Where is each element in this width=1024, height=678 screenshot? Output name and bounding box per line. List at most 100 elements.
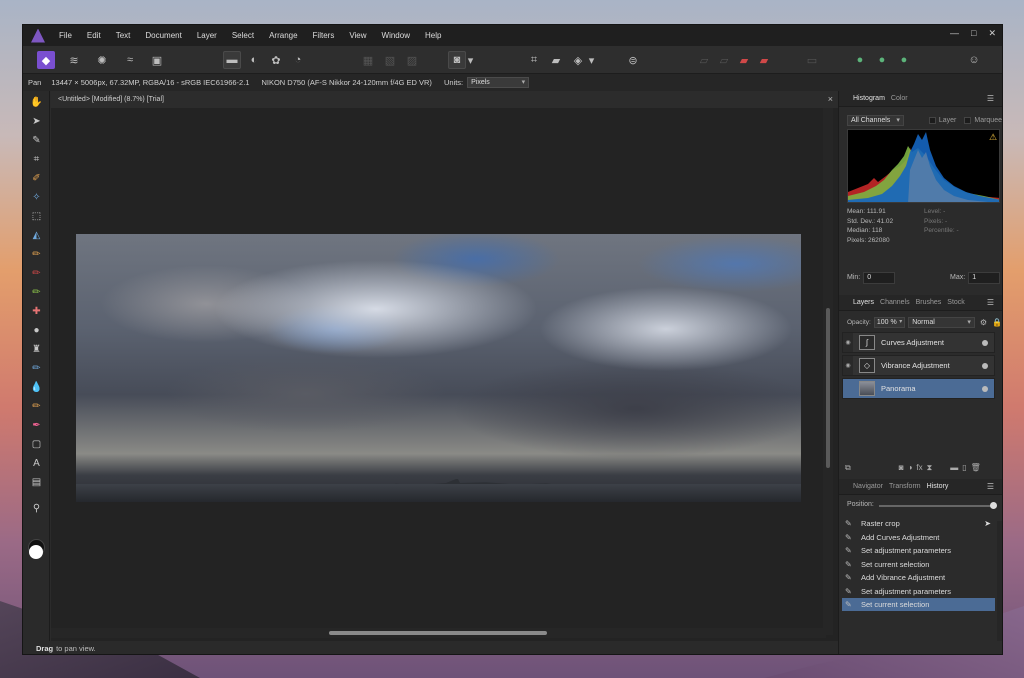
horizontal-scrollbar[interactable] — [51, 628, 826, 638]
layer-item[interactable]: ◉ ◇ Vibrance Adjustment — [842, 355, 995, 376]
panel-menu-icon[interactable]: ☰ — [987, 482, 994, 491]
marquee-checkbox[interactable]: Marquee — [964, 116, 1002, 124]
minimize-button[interactable]: — — [950, 28, 959, 39]
paint-brush-tool-icon[interactable]: ✏ — [29, 247, 44, 262]
menu-window[interactable]: Window — [382, 31, 410, 40]
visibility-icon[interactable]: ◉ — [843, 356, 853, 375]
tone-mapping-persona-icon[interactable]: ≈ — [121, 51, 139, 69]
tab-brushes[interactable]: Brushes — [916, 299, 942, 306]
menu-layer[interactable]: Layer — [197, 31, 217, 40]
color-picker-tool-icon[interactable]: ✎ — [29, 133, 44, 148]
photo-persona-icon[interactable]: ◆ — [37, 51, 55, 69]
zoom-tool-icon[interactable]: ⚲ — [29, 501, 44, 516]
layer-checkbox[interactable]: Layer — [928, 116, 956, 124]
tab-channels[interactable]: Channels — [880, 299, 910, 306]
channel-select[interactable]: All Channels — [847, 114, 904, 126]
invert-selection-icon[interactable]: ▨ — [403, 51, 421, 69]
menu-document[interactable]: Document — [145, 31, 181, 40]
clone-stamp-tool-icon[interactable]: ♜ — [29, 342, 44, 357]
pen-tool-icon[interactable]: ✒ — [29, 418, 44, 433]
arrange-back-icon[interactable]: ▱ — [695, 51, 713, 69]
history-item[interactable]: ✎ Add Vibrance Adjustment — [842, 571, 995, 584]
position-slider-knob[interactable] — [990, 502, 997, 509]
tab-transform[interactable]: Transform — [889, 483, 921, 490]
gear-icon[interactable]: ⚙ — [980, 318, 987, 327]
layer-item[interactable]: ◉ ∫ Curves Adjustment — [842, 332, 995, 353]
trash-icon[interactable]: 🗑 — [971, 463, 981, 472]
arrange-front-icon[interactable]: ▰ — [755, 51, 773, 69]
history-scrollbar[interactable] — [997, 521, 1002, 641]
duplicate-layer-icon[interactable]: ▯ — [962, 463, 966, 472]
menu-edit[interactable]: Edit — [87, 31, 101, 40]
lock-icon[interactable]: 🔒 — [992, 318, 1002, 327]
auto-white-balance-icon[interactable]: ◔ — [289, 51, 307, 69]
mask-layer-icon[interactable]: ◙ — [899, 463, 904, 472]
crop-tool-icon[interactable]: ⌗ — [29, 152, 44, 167]
smudge-tool-icon[interactable]: ✏ — [29, 399, 44, 414]
text-tool-icon[interactable]: A — [29, 456, 44, 471]
menu-file[interactable]: File — [59, 31, 72, 40]
chevron-down-icon[interactable]: ▾ — [587, 51, 596, 69]
menu-text[interactable]: Text — [116, 31, 131, 40]
boolean-subtract-icon[interactable]: ● — [873, 51, 891, 69]
flood-select-tool-icon[interactable]: ✧ — [29, 190, 44, 205]
layer-options-icon[interactable]: ⧉ — [845, 463, 851, 473]
maximize-button[interactable]: □ — [971, 28, 976, 39]
layer-visibility-dot[interactable] — [982, 386, 988, 392]
clone-tool-icon[interactable]: ✏ — [29, 285, 44, 300]
vertical-scrollbar[interactable] — [823, 108, 833, 635]
history-item[interactable]: ✎ Set current selection — [842, 558, 995, 571]
liquify-persona-icon[interactable]: ≋ — [65, 51, 83, 69]
deselect-icon[interactable]: ▧ — [381, 51, 399, 69]
blemish-tool-icon[interactable]: ● — [29, 323, 44, 338]
close-document-icon[interactable]: × — [828, 94, 833, 104]
arrange-forward-icon[interactable]: ▰ — [735, 51, 753, 69]
folder-icon[interactable]: ▬ — [950, 463, 958, 472]
max-input[interactable]: 1 — [968, 271, 1000, 284]
levels-icon[interactable]: ▬ — [223, 51, 241, 69]
tab-layers[interactable]: Layers — [853, 299, 874, 306]
close-button[interactable]: ✕ — [988, 28, 996, 39]
panel-menu-icon[interactable]: ☰ — [987, 94, 994, 103]
move-tool-icon[interactable]: ➤ — [29, 114, 44, 129]
snapping-icon[interactable]: ⊜ — [624, 51, 642, 69]
healing-tool-icon[interactable]: ✚ — [29, 304, 44, 319]
align-icon[interactable]: ▭ — [803, 51, 821, 69]
flood-fill-tool-icon[interactable]: ◭ — [29, 228, 44, 243]
arrange-backward-icon[interactable]: ▱ — [715, 51, 733, 69]
visibility-icon[interactable]: ◉ — [843, 333, 853, 352]
auto-colors-icon[interactable]: ✿ — [267, 51, 285, 69]
erase-brush-tool-icon[interactable]: ✏ — [29, 361, 44, 376]
history-item[interactable]: ✎ Set adjustment parameters — [842, 585, 995, 598]
opacity-select[interactable]: 100 % — [873, 316, 906, 328]
history-item-selected[interactable]: ✎ Set current selection — [842, 598, 995, 611]
layer-visibility-dot[interactable] — [982, 340, 988, 346]
rectangle-tool-icon[interactable]: ▢ — [29, 437, 44, 452]
layer-visibility-dot[interactable] — [982, 363, 988, 369]
menu-view[interactable]: View — [349, 31, 366, 40]
units-select[interactable]: Pixels — [467, 77, 530, 88]
tab-stock[interactable]: Stock — [947, 299, 965, 306]
visibility-icon[interactable] — [843, 379, 853, 398]
tab-color[interactable]: Color — [891, 95, 908, 102]
mesh-warp-tool-icon[interactable]: ▤ — [29, 475, 44, 490]
blend-mode-select[interactable]: Normal — [908, 316, 975, 328]
history-item[interactable]: ✎ Set adjustment parameters — [842, 544, 995, 557]
horizontal-scroll-thumb[interactable] — [329, 631, 547, 635]
panel-menu-icon[interactable]: ☰ — [987, 298, 994, 307]
auto-contrast-icon[interactable]: ◐ — [245, 51, 263, 69]
panorama-image[interactable] — [76, 234, 801, 502]
tab-history[interactable]: History — [927, 483, 949, 490]
user-account-icon[interactable]: ☺ — [965, 51, 983, 69]
primary-color-swatch[interactable] — [29, 545, 43, 559]
assistant-icon[interactable]: ◈ — [569, 51, 587, 69]
view-tool-icon[interactable]: ✋ — [29, 95, 44, 110]
layer-item-selected[interactable]: Panorama — [842, 378, 995, 399]
tab-histogram[interactable]: Histogram — [853, 95, 885, 102]
menu-select[interactable]: Select — [232, 31, 254, 40]
color-picker-icon[interactable]: ▰ — [547, 51, 565, 69]
adjustment-icon[interactable]: ◑ — [908, 463, 913, 472]
develop-persona-icon[interactable]: ✺ — [93, 51, 111, 69]
menu-arrange[interactable]: Arrange — [269, 31, 297, 40]
document-tab[interactable]: <Untitled> [Modified] (8.7%) [Trial] × — [51, 91, 838, 108]
